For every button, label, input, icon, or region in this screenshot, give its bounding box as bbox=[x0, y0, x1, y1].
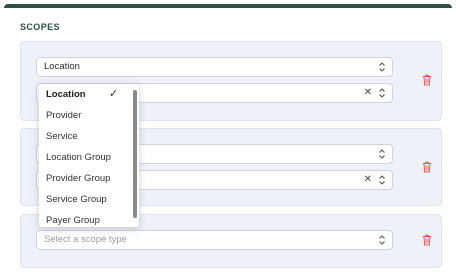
dropdown-option-payer-group[interactable]: Payer Group bbox=[46, 210, 100, 227]
chevron-up-down-icon bbox=[379, 235, 385, 245]
chevron-up-down-icon bbox=[379, 149, 385, 159]
option-label: Location Group bbox=[46, 152, 111, 163]
option-label: Location bbox=[46, 89, 86, 100]
option-label: Payer Group bbox=[46, 215, 100, 226]
scope-type-placeholder: Select a scope type bbox=[44, 234, 127, 245]
scopes-card: SCOPES Location ✕ ✕ Select a scope type … bbox=[4, 4, 452, 278]
dropdown-option-provider-group[interactable]: Provider Group bbox=[46, 168, 110, 189]
trash-icon[interactable] bbox=[422, 161, 432, 173]
section-title: SCOPES bbox=[20, 22, 60, 32]
checkmark-icon: ✓ bbox=[109, 88, 119, 100]
option-label: Service Group bbox=[46, 194, 107, 205]
dropdown-option-provider[interactable]: Provider bbox=[46, 105, 81, 126]
scope-type-value: Location bbox=[44, 61, 80, 72]
scope-type-dropdown: Location ✓ Provider Service Location Gro… bbox=[39, 84, 139, 227]
close-icon[interactable]: ✕ bbox=[364, 84, 372, 102]
dropdown-option-location-group[interactable]: Location Group bbox=[46, 147, 111, 168]
scope-type-select[interactable]: Location bbox=[36, 57, 393, 77]
option-label: Provider Group bbox=[46, 173, 111, 184]
chevron-up-down-icon bbox=[379, 62, 385, 72]
dropdown-option-service-group[interactable]: Service Group bbox=[46, 189, 107, 210]
trash-icon[interactable] bbox=[422, 234, 432, 246]
trash-icon[interactable] bbox=[422, 74, 432, 86]
option-label: Provider bbox=[46, 110, 82, 121]
option-label: Service bbox=[46, 131, 78, 142]
chevron-up-down-icon bbox=[379, 175, 385, 185]
scope-type-select[interactable]: Select a scope type bbox=[36, 230, 393, 250]
dropdown-option-service[interactable]: Service bbox=[46, 126, 78, 147]
close-icon[interactable]: ✕ bbox=[364, 171, 372, 189]
dropdown-option-location[interactable]: Location bbox=[46, 84, 86, 105]
chevron-up-down-icon bbox=[379, 88, 385, 98]
dropdown-scrollbar[interactable] bbox=[133, 90, 137, 218]
